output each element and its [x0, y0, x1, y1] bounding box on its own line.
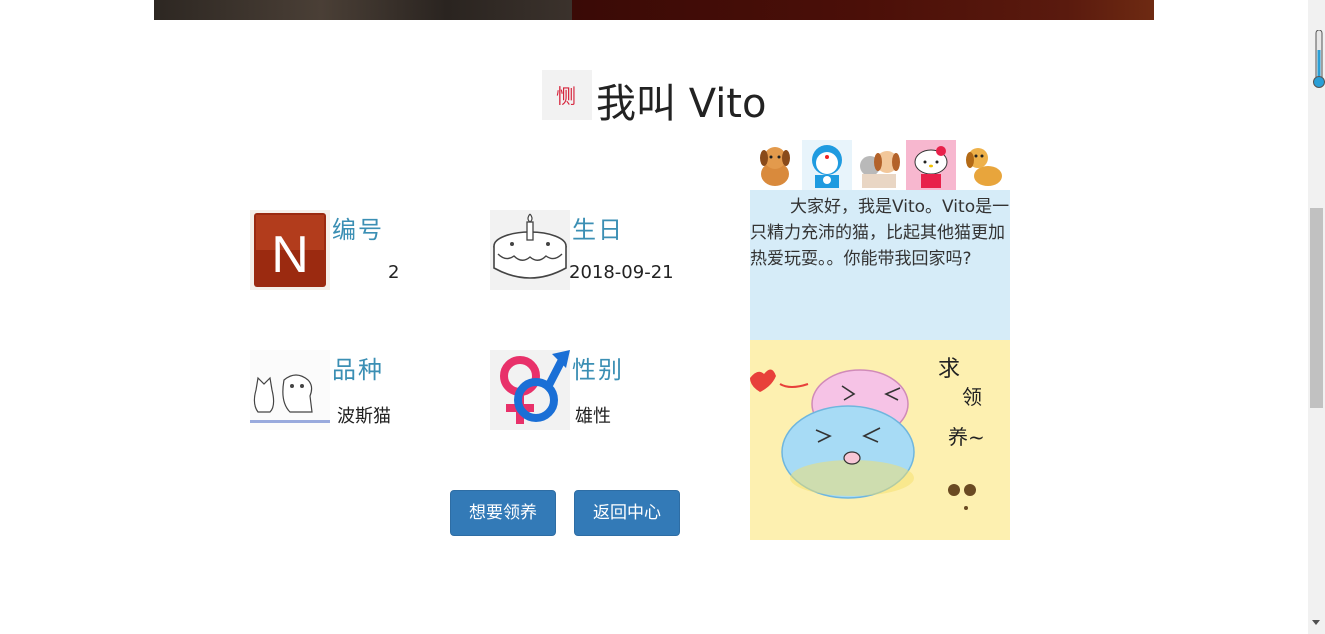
doraemon-sticker [802, 140, 852, 190]
onenote-n-icon: N [250, 210, 330, 290]
intro-box: 大家好，我是Vito。Vito是一只精力充沛的猫，比起其他猫更加热爱玩耍。。你能… [750, 190, 1010, 340]
top-banner-image [154, 0, 1154, 20]
birthday-label: 生日 [572, 216, 624, 244]
info-breed: 品种 波斯猫 [250, 350, 450, 430]
puppy-sticker [750, 140, 800, 190]
birthday-value: 2018-09-21 [569, 262, 674, 283]
adopt-me-card: 求 领 养~ [750, 340, 1010, 540]
scroll-down-arrow-icon[interactable] [1312, 620, 1320, 625]
id-label: 编号 [332, 216, 384, 244]
adopt-me-illustration: 求 领 养~ [750, 340, 1010, 540]
banner-right-image [572, 0, 1154, 20]
gender-symbols-icon [490, 350, 570, 430]
breed-value: 波斯猫 [337, 406, 391, 427]
page-header: 恻 我叫 Vito [542, 70, 766, 130]
breed-label: 品种 [332, 356, 384, 384]
info-gender: 性别 雄性 [490, 350, 690, 430]
intro-text: 大家好，我是Vito。Vito是一只精力充沛的猫，比起其他猫更加热爱玩耍。。你能… [750, 197, 1010, 269]
logo-icon: 恻 [542, 70, 592, 120]
sticker-row [750, 140, 1010, 190]
info-birthday: 生日 2018-09-21 [490, 210, 690, 290]
cat-dog-sticker [854, 140, 904, 190]
gender-label: 性别 [572, 356, 624, 384]
vertical-scrollbar[interactable] [1308, 0, 1325, 634]
birthday-cake-icon [490, 210, 570, 290]
hello-kitty-sticker [906, 140, 956, 190]
adopt-me-char-3: 养~ [948, 425, 985, 449]
svg-text:N: N [271, 226, 309, 284]
back-button[interactable]: 返回中心 [574, 490, 680, 536]
dog-sticker [958, 140, 1008, 190]
banner-left-image [154, 0, 572, 20]
adopt-me-char-2: 领 [962, 385, 982, 409]
adopt-me-char-1: 求 [938, 357, 960, 382]
cat-dog-sketch-icon [250, 350, 330, 430]
scrollbar-thumb[interactable] [1310, 208, 1323, 408]
page-title: 我叫 Vito [596, 81, 767, 127]
id-value: 2 [388, 262, 400, 283]
adopt-button[interactable]: 想要领养 [450, 490, 556, 536]
logo-text: 恻 [556, 84, 576, 108]
gender-value: 雄性 [575, 406, 611, 427]
info-id: N 编号 2 [250, 210, 450, 290]
intro-panel: 大家好，我是Vito。Vito是一只精力充沛的猫，比起其他猫更加热爱玩耍。。你能… [750, 140, 1010, 540]
thermometer-icon [1313, 30, 1325, 88]
